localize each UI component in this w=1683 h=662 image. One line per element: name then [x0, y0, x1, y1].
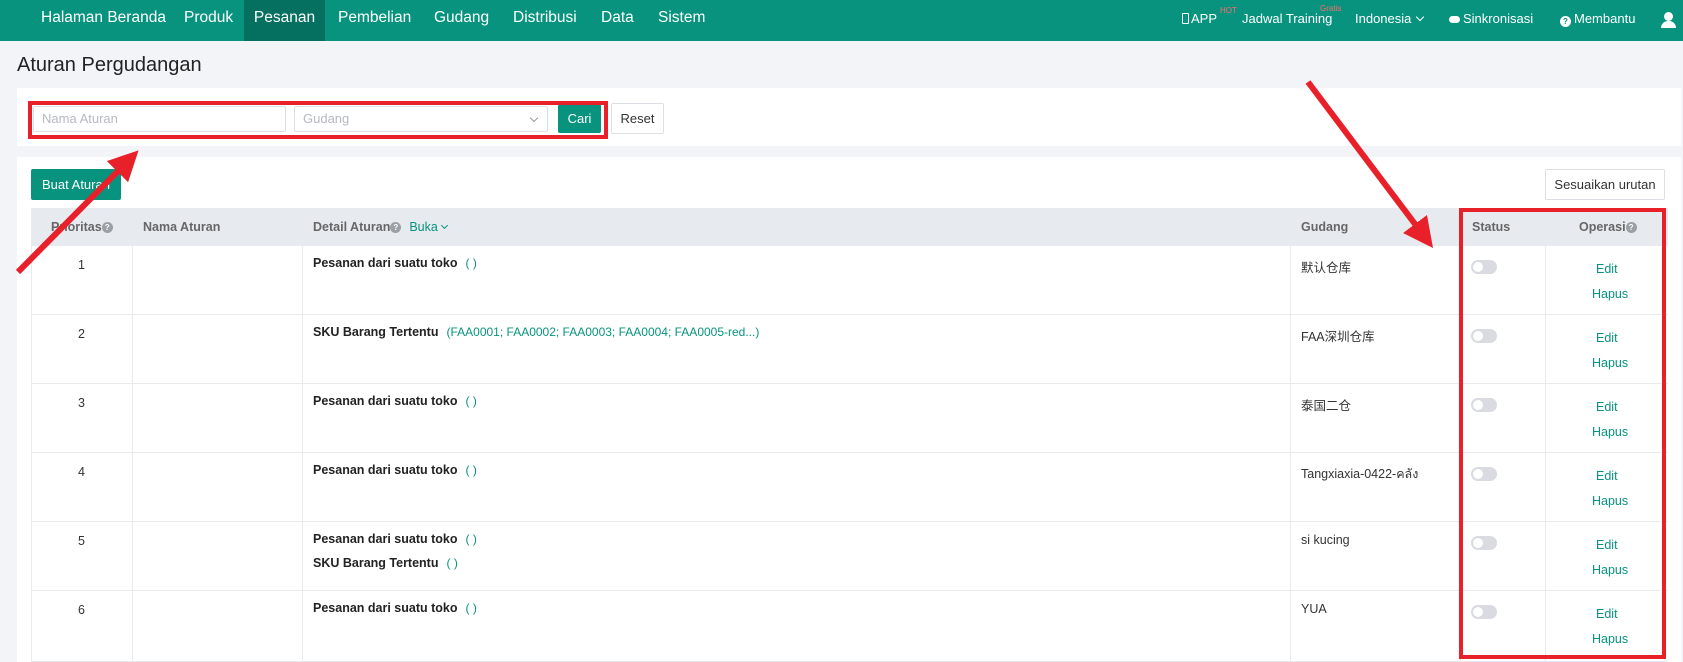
- arrow-to-status: [1305, 80, 1434, 248]
- annotation-arrows: [15, 80, 1434, 275]
- arrow-to-filters: [15, 150, 139, 275]
